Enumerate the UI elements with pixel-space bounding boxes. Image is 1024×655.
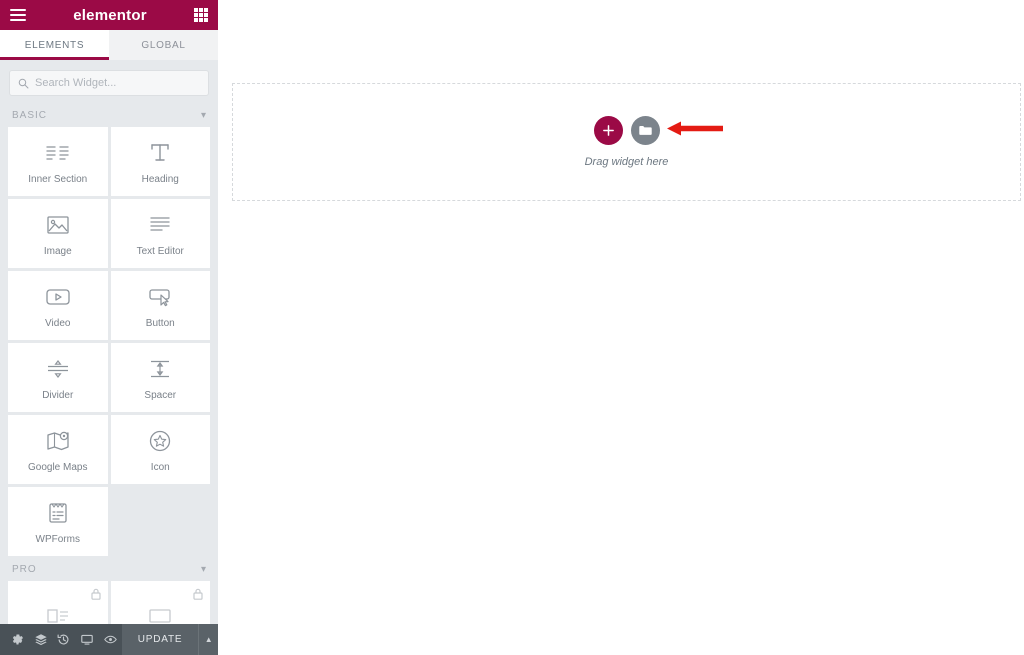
section-header-basic[interactable]: BASIC ▾ [0, 102, 218, 127]
widget-icon-widget[interactable]: Icon [110, 415, 210, 484]
chevron-down-icon[interactable]: ▾ [201, 564, 206, 575]
inner-section-icon [45, 138, 71, 168]
panel-tabs: ELEMENTS GLOBAL [0, 30, 218, 60]
button-icon [147, 282, 173, 312]
widgets-scroll-area[interactable]: BASIC ▾ Inner Section Heading Image Text… [0, 102, 218, 624]
widget-pro-locked[interactable] [110, 581, 210, 625]
search-area [0, 60, 218, 102]
folder-icon [638, 126, 652, 135]
pro-widget-icon [148, 601, 172, 625]
elementor-editor: elementor ELEMENTS GLOBAL BASIC [0, 0, 1024, 655]
settings-gear-icon[interactable] [6, 624, 29, 655]
widget-spacer[interactable]: Spacer [110, 343, 210, 412]
section-dropzone[interactable]: Drag widget here [232, 83, 1021, 201]
panel-footer-toolbar: UPDATE ▲ [0, 624, 219, 655]
widget-label: WPForms [35, 534, 80, 545]
widget-grid-pro [0, 581, 218, 624]
navigator-layers-icon[interactable] [29, 624, 52, 655]
section-title-pro: PRO [12, 564, 37, 575]
add-new-section-button[interactable] [593, 116, 623, 145]
widget-label: Button [145, 318, 175, 329]
grid-apps-icon[interactable] [194, 8, 208, 22]
heading-icon [148, 138, 172, 168]
widget-label: Spacer [144, 390, 177, 401]
elementor-logo: elementor [73, 6, 147, 24]
widget-image[interactable]: Image [8, 199, 108, 268]
widget-heading[interactable]: Heading [110, 127, 210, 196]
widget-label: Icon [150, 462, 170, 473]
chevron-down-icon[interactable]: ▾ [201, 110, 206, 121]
widget-inner-section[interactable]: Inner Section [8, 127, 108, 196]
widget-grid-basic: Inner Section Heading Image Text Editor … [0, 127, 218, 556]
widget-label: Image [43, 246, 72, 257]
widget-label: Heading [141, 174, 179, 185]
chevron-up-icon[interactable]: ▲ [198, 624, 219, 655]
update-button[interactable]: UPDATE [121, 624, 199, 655]
preview-eye-icon[interactable] [99, 624, 122, 655]
widget-label: Text Editor [136, 246, 184, 257]
lock-icon [193, 587, 203, 605]
add-template-button[interactable] [630, 116, 660, 145]
tab-global[interactable]: GLOBAL [109, 30, 218, 60]
divider-icon [45, 354, 71, 384]
panel-header: elementor [0, 0, 218, 30]
video-icon [45, 282, 71, 312]
widget-label: Divider [42, 390, 74, 401]
widget-google-maps[interactable]: Google Maps [8, 415, 108, 484]
widget-divider[interactable]: Divider [8, 343, 108, 412]
pro-widget-icon [46, 601, 70, 625]
spacer-icon [147, 354, 173, 384]
widget-button[interactable]: Button [110, 271, 210, 340]
history-revisions-icon[interactable] [52, 624, 75, 655]
widget-label: Video [45, 318, 71, 329]
lock-icon [90, 587, 101, 605]
dropzone-hint-text: Drag widget here [584, 156, 669, 168]
search-icon [18, 78, 29, 88]
tab-elements[interactable]: ELEMENTS [0, 30, 109, 60]
hamburger-menu-icon[interactable] [10, 9, 26, 21]
search-box[interactable] [9, 70, 209, 96]
widget-pro-locked[interactable] [8, 581, 108, 624]
dropzone-buttons [593, 116, 660, 145]
text-editor-icon [148, 210, 172, 240]
widget-wpforms[interactable]: WPForms [8, 487, 108, 556]
section-title-basic: BASIC [12, 110, 48, 121]
widget-label: Google Maps [28, 462, 88, 473]
editor-canvas[interactable]: Drag widget here [218, 0, 1024, 655]
google-maps-icon [45, 426, 71, 456]
widget-text-editor[interactable]: Text Editor [110, 199, 210, 268]
star-icon [148, 426, 172, 456]
widget-video[interactable]: Video [8, 271, 108, 340]
widgets-panel: elementor ELEMENTS GLOBAL BASIC [0, 0, 219, 655]
responsive-mode-icon[interactable] [75, 624, 98, 655]
search-input[interactable] [35, 77, 200, 89]
widget-label: Inner Section [28, 174, 88, 185]
image-icon [46, 210, 70, 240]
plus-icon [602, 125, 614, 136]
wpforms-icon [47, 498, 69, 528]
section-header-pro[interactable]: PRO ▾ [0, 556, 218, 581]
